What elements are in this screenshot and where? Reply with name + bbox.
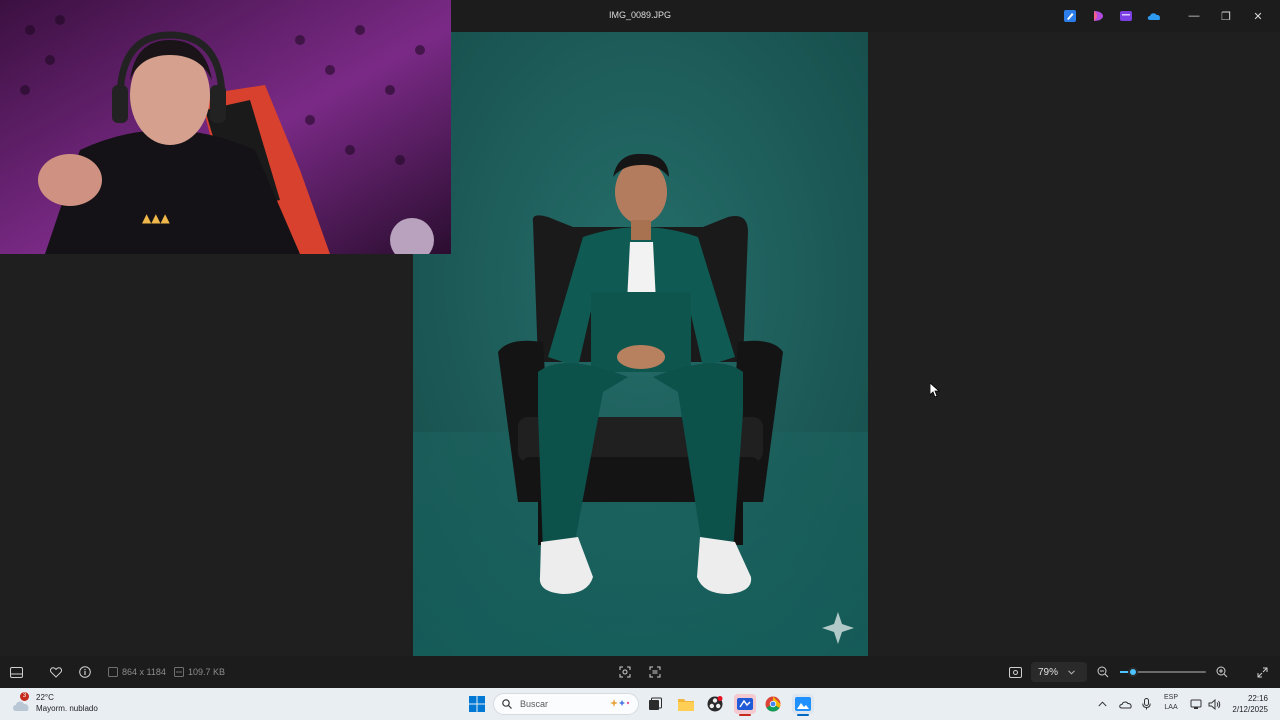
system-clock[interactable]: 22:16 2/12/2025 — [1232, 693, 1268, 715]
show-hidden-icons-chevron-up-icon[interactable] — [1098, 694, 1107, 714]
zoom-slider[interactable] — [1120, 667, 1206, 677]
edit-app-icon[interactable] — [1062, 8, 1078, 24]
mouse-cursor-icon — [929, 382, 941, 403]
windows-taskbar: 3 22°C Mayorm. nublado Buscar ESP LAA 22… — [0, 688, 1280, 720]
window-controls: — ❐ ✕ — [1178, 6, 1274, 26]
file-explorer-icon[interactable] — [676, 694, 696, 714]
zoom-slider-thumb[interactable] — [1127, 667, 1138, 677]
cloud-weather-icon: 3 — [12, 692, 30, 712]
temperature: 22°C — [36, 693, 54, 702]
clock-time: 22:16 — [1247, 694, 1268, 703]
clock-date: 2/12/2025 — [1232, 705, 1268, 714]
volume-icon[interactable] — [1208, 694, 1221, 714]
zoom-in-icon[interactable] — [1216, 664, 1228, 680]
onedrive-icon[interactable] — [1146, 8, 1162, 24]
file-size-icon — [174, 667, 184, 677]
chevron-down-icon — [1068, 667, 1075, 678]
onedrive-tray-icon[interactable] — [1119, 694, 1132, 714]
photos-app-window: IMG_0089.JPG — ❐ ✕ ▲▲▲ 864 x 1184 109.7 … — [0, 0, 1280, 688]
task-view-icon[interactable] — [645, 694, 665, 714]
camtasia-recorder-icon[interactable] — [734, 694, 756, 716]
weather-alert-badge: 3 — [20, 692, 29, 701]
restore-button[interactable]: ❐ — [1210, 6, 1242, 26]
image-file-size: 109.7 KB — [174, 664, 225, 680]
bottom-toolbar: 864 x 1184 109.7 KB 79% — [0, 656, 1280, 688]
active-app-indicator — [797, 714, 809, 716]
weather-widget[interactable]: 3 22°C Mayorm. nublado — [12, 692, 98, 714]
svg-text:▲▲▲: ▲▲▲ — [142, 211, 170, 225]
weather-text: 22°C Mayorm. nublado — [36, 692, 98, 714]
designer-icon[interactable] — [1090, 8, 1106, 24]
text-scan-icon[interactable] — [649, 664, 661, 680]
search-icon — [502, 699, 512, 709]
network-icon[interactable] — [1190, 694, 1203, 714]
keyboard-layout: LAA — [1164, 704, 1178, 711]
search-placeholder: Buscar — [520, 699, 549, 709]
file-size-text: 109.7 KB — [188, 667, 226, 677]
displayed-photo[interactable] — [413, 32, 868, 656]
start-button[interactable] — [467, 694, 487, 714]
visual-search-icon[interactable] — [619, 664, 631, 680]
fullscreen-icon[interactable] — [1257, 664, 1268, 680]
portrait-photo-image — [413, 32, 868, 656]
windows-logo-icon — [469, 696, 485, 712]
chrome-icon[interactable] — [763, 694, 783, 714]
clipchamp-icon[interactable] — [1118, 8, 1134, 24]
dimensions-icon — [108, 667, 118, 677]
dimensions-text: 864 x 1184 — [122, 667, 166, 677]
photos-app-taskbar-icon[interactable] — [792, 694, 814, 716]
obs-studio-icon[interactable] — [705, 694, 725, 714]
minimize-button[interactable]: — — [1178, 6, 1210, 26]
zoom-level-dropdown[interactable]: 79% — [1031, 662, 1087, 682]
search-highlight-icon — [610, 698, 630, 710]
zoom-level-value: 79% — [1038, 666, 1059, 678]
language-code: ESP — [1164, 694, 1179, 701]
image-dimensions: 864 x 1184 — [108, 664, 166, 680]
microphone-icon[interactable] — [1142, 694, 1151, 714]
zoom-out-icon[interactable] — [1097, 664, 1109, 680]
fit-to-window-icon[interactable] — [1009, 664, 1022, 680]
active-app-indicator — [739, 714, 751, 716]
weather-condition: Mayorm. nublado — [36, 704, 98, 713]
taskbar-search-box[interactable]: Buscar — [493, 693, 639, 715]
webcam-video-image: ▲▲▲ — [0, 0, 451, 254]
close-button[interactable]: ✕ — [1242, 6, 1274, 26]
filmstrip-icon[interactable] — [10, 664, 23, 680]
info-icon[interactable] — [79, 664, 91, 680]
favorite-heart-icon[interactable] — [50, 664, 62, 680]
input-language-indicator[interactable]: ESP LAA — [1164, 693, 1178, 713]
webcam-overlay: ▲▲▲ — [0, 0, 451, 254]
title-bar-actions — [1062, 8, 1162, 24]
